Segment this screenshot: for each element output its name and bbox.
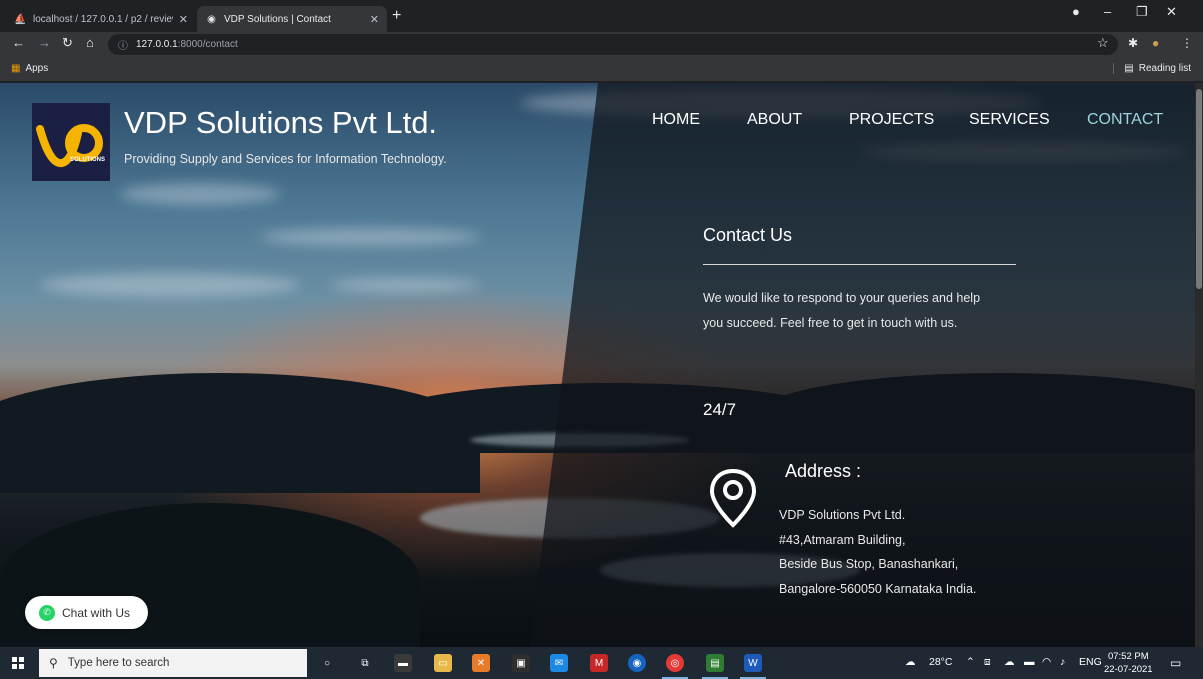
reading-list-button[interactable]: ▤ Reading list <box>1113 63 1191 74</box>
background-cloud <box>120 183 280 205</box>
address-heading: Address : <box>785 461 862 481</box>
clock-date: 22-07-2021 <box>1104 664 1153 675</box>
reading-list-label: Reading list <box>1138 63 1191 74</box>
address-block: VDP Solutions Pvt Ltd. #43,Atmaram Build… <box>779 503 976 601</box>
terminal-icon[interactable]: ▬ <box>394 654 412 672</box>
forward-icon[interactable]: → <box>38 35 51 50</box>
url-path: :8000/contact <box>177 39 238 50</box>
close-tab-icon[interactable]: ✕ <box>370 13 379 26</box>
address-line: #43,Atmaram Building, <box>779 532 906 547</box>
scrollbar-thumb[interactable] <box>1196 89 1202 289</box>
search-placeholder: Type here to search <box>67 657 170 669</box>
browser-toolbar: ← → ↻ ⌂ ⓘ 127.0.0.1:8000/contact ☆ ✱ ● ⋮ <box>0 32 1203 57</box>
system-clock[interactable]: 07:52 PM 22-07-2021 <box>1104 650 1153 676</box>
restore-icon[interactable]: ❐ <box>1136 4 1148 20</box>
background-cloud <box>330 278 480 292</box>
tray-expand-icon[interactable]: ⌃ <box>966 656 975 668</box>
close-window-icon[interactable]: ✕ <box>1166 4 1177 20</box>
tab-title: localhost / 127.0.0.1 / p2 / review <box>33 13 173 25</box>
description-line: We would like to respond to your queries… <box>703 291 981 305</box>
weather-temperature[interactable]: 28°C <box>929 656 952 668</box>
xampp-icon[interactable]: ✕ <box>472 654 490 672</box>
editor-icon[interactable]: ▤ <box>702 654 728 679</box>
nav-home[interactable]: HOME <box>652 111 700 129</box>
nav-about[interactable]: ABOUT <box>747 111 802 129</box>
close-tab-icon[interactable]: ✕ <box>179 13 188 26</box>
profile-icon[interactable]: ● <box>1072 4 1080 19</box>
bookmark-star-icon[interactable]: ☆ <box>1097 35 1109 51</box>
page-scrollbar[interactable] <box>1195 83 1203 647</box>
tray-app-icon[interactable]: ⧈ <box>984 656 991 669</box>
avatar-icon[interactable]: ● <box>1152 36 1159 50</box>
nav-services[interactable]: SERVICES <box>969 111 1050 129</box>
mcafee-icon[interactable]: M <box>590 654 608 672</box>
file-explorer-icon[interactable]: ▭ <box>434 654 452 672</box>
clock-time: 07:52 PM <box>1107 651 1149 662</box>
back-icon[interactable]: ← <box>12 35 25 50</box>
whatsapp-icon: ✆ <box>39 604 55 621</box>
menu-icon[interactable]: ⋮ <box>1181 36 1193 50</box>
contact-description: We would like to respond to your queries… <box>703 286 1023 336</box>
extensions-icon[interactable]: ✱ <box>1128 36 1138 50</box>
brand-title: VDP Solutions Pvt Ltd. <box>124 105 438 140</box>
contact-heading: Contact Us <box>703 225 793 245</box>
address-line: Beside Bus Stop, Banashankari, <box>779 557 959 571</box>
background-cloud <box>40 273 300 297</box>
contact-page: SOLUTIONS VDP Solutions Pvt Ltd. Providi… <box>0 83 1195 647</box>
address-line: VDP Solutions Pvt Ltd. <box>779 508 906 522</box>
taskbar-search-box[interactable]: ⚲ Type here to search <box>39 649 307 677</box>
phpmyadmin-icon: ⛵ <box>14 13 27 25</box>
wifi-icon[interactable]: ◠ <box>1042 656 1051 668</box>
url-host: 127.0.0.1 <box>136 39 178 50</box>
notifications-icon[interactable]: ▭ <box>1170 656 1181 670</box>
tab-title: VDP Solutions | Contact <box>224 13 331 25</box>
input-language[interactable]: ENG <box>1079 656 1102 668</box>
volume-icon[interactable]: ♪ <box>1060 656 1065 668</box>
new-tab-button[interactable]: + <box>392 7 401 25</box>
reading-list-icon: ▤ <box>1124 63 1134 74</box>
battery-icon[interactable]: ▬ <box>1024 656 1035 668</box>
apps-grid-icon: ▦ <box>11 63 21 74</box>
onedrive-icon[interactable]: ☁ <box>1004 656 1015 668</box>
site-info-icon[interactable]: ⓘ <box>118 37 128 52</box>
brand-tagline: Providing Supply and Services for Inform… <box>124 152 447 166</box>
windows-taskbar: ⚲ Type here to search ○ ⧉ ▬ ▭ ✕ ▣ ✉ M ◉ … <box>0 647 1203 679</box>
reload-icon[interactable]: ↻ <box>62 35 73 51</box>
browser-app-icon[interactable]: ◉ <box>628 654 646 672</box>
logo-text: SOLUTIONS <box>70 157 106 163</box>
address-line: Bangalore-560050 Karnataka India. <box>779 581 977 596</box>
search-icon: ⚲ <box>49 656 58 670</box>
nav-projects[interactable]: PROJECTS <box>849 111 934 129</box>
windows-start-icon[interactable] <box>12 657 24 669</box>
vdp-logo-icon <box>36 124 103 168</box>
cortana-icon[interactable]: ○ <box>318 654 336 672</box>
heading-divider <box>703 264 1016 265</box>
tab-contact[interactable]: ◉ VDP Solutions | Contact ✕ <box>197 6 387 32</box>
store-icon[interactable]: ▣ <box>512 654 530 672</box>
chrome-icon[interactable]: ◎ <box>662 654 688 679</box>
location-pin-icon <box>709 468 757 528</box>
task-view-icon[interactable]: ⧉ <box>356 654 374 672</box>
apps-label: Apps <box>25 63 49 74</box>
mail-icon[interactable]: ✉ <box>550 654 568 672</box>
company-logo[interactable]: SOLUTIONS <box>32 103 110 181</box>
availability-hours: 24/7 <box>703 400 737 419</box>
address-bar[interactable]: ⓘ 127.0.0.1:8000/contact <box>108 34 1118 55</box>
tab-phpmyadmin[interactable]: ⛵ localhost / 127.0.0.1 / p2 / review ✕ <box>6 6 196 32</box>
description-line: you succeed. Feel free to get in touch w… <box>703 316 958 330</box>
chat-with-us-button[interactable]: ✆ Chat with Us <box>25 596 148 629</box>
globe-icon: ◉ <box>207 13 216 25</box>
nav-contact[interactable]: CONTACT <box>1087 111 1163 129</box>
chat-label: Chat with Us <box>62 605 131 620</box>
bookmarks-bar: ▦ Apps ▤ Reading list <box>0 57 1203 82</box>
minimize-icon[interactable]: – <box>1104 4 1111 19</box>
word-icon[interactable]: W <box>740 654 766 679</box>
weather-icon[interactable]: ☁ <box>905 656 916 668</box>
apps-shortcut[interactable]: ▦ Apps <box>11 63 48 74</box>
browser-tab-bar: ⛵ localhost / 127.0.0.1 / p2 / review ✕ … <box>0 0 1203 32</box>
home-icon[interactable]: ⌂ <box>86 35 94 50</box>
background-cloud <box>260 228 480 246</box>
